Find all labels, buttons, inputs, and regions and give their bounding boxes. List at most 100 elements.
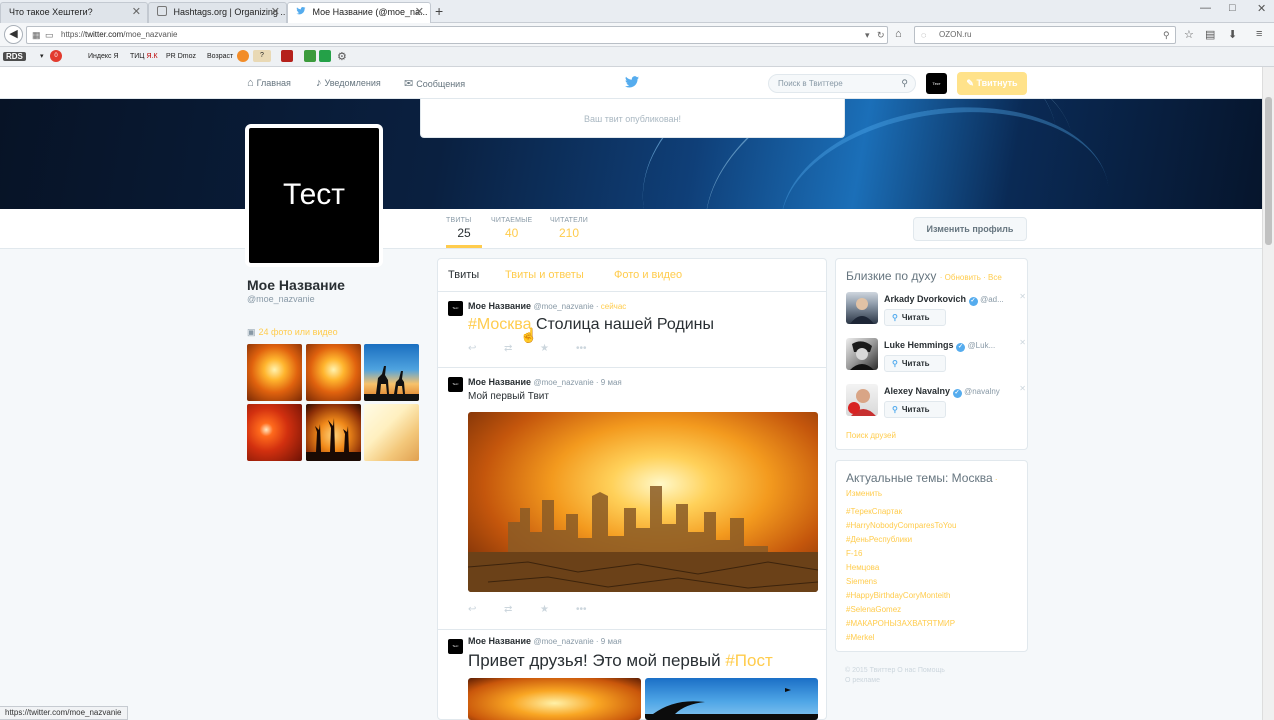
tweet-author[interactable]: Мое Название <box>468 636 531 646</box>
browser-tab-3[interactable]: Мое Название (@moe_na... ✕ <box>287 2 431 23</box>
browser-tab-2[interactable]: Hashtags.org | Organizing ... ✕ <box>148 2 287 23</box>
trend-item[interactable]: #Merkel <box>846 633 874 642</box>
photo-thumbnail[interactable] <box>364 404 419 461</box>
tweet-photo[interactable] <box>645 678 818 720</box>
search-icon[interactable]: ⚲ <box>1163 27 1170 43</box>
photo-thumbnail[interactable] <box>247 344 302 401</box>
trend-item[interactable]: #ТерекСпартак <box>846 507 902 516</box>
avatar[interactable] <box>846 338 878 370</box>
reply-icon[interactable]: ↩ <box>468 604 504 615</box>
tweet-author[interactable]: Мое Название <box>468 301 531 311</box>
account-name[interactable]: Alexey Navalny ✓ @navalny <box>884 386 1000 398</box>
favorite-star-icon[interactable]: ★ <box>540 604 576 615</box>
search-icon[interactable]: ⚲ <box>901 75 908 92</box>
reply-icon[interactable]: ↩ <box>468 343 504 354</box>
tweet[interactable]: Тест Мое Название @moe_nazvanie · 9 мая … <box>438 629 826 720</box>
photo-thumbnail[interactable] <box>364 344 419 401</box>
question-icon[interactable]: ? <box>253 50 271 64</box>
tweet-compose-button[interactable]: ✎ Твитнуть <box>957 72 1027 95</box>
follow-button[interactable]: ⚲ Читать <box>884 309 946 326</box>
settings-gear-icon[interactable]: ⚙ <box>337 50 347 64</box>
pr-dmoz-label[interactable]: PR Dmoz <box>166 50 196 64</box>
address-bar[interactable]: ▦ ▭ https://twitter.com/moe_nazvanie ▾ ↻ <box>26 26 888 44</box>
nav-notifications[interactable]: ♪ Уведомления <box>316 77 381 89</box>
tab-tweets[interactable]: Твиты <box>448 269 479 281</box>
browser-search-box[interactable]: ◌ OZON.ru ⚲ <box>914 26 1176 44</box>
trend-item[interactable]: #МАКАРОНЫЗАХВАТЯТМИР <box>846 619 955 628</box>
browser-tab-1[interactable]: Что такое Хештеги? ✕ <box>0 2 148 23</box>
hashtag-link[interactable]: #Пост <box>725 651 772 670</box>
trend-item[interactable]: #HarryNobodyComparesToYou <box>846 521 956 530</box>
account-avatar[interactable]: Тест <box>926 73 947 94</box>
trend-item[interactable]: Немцова <box>846 563 879 572</box>
nav-messages[interactable]: ✉ Сообщения <box>404 77 465 90</box>
trend-item[interactable]: #ДеньРеспублики <box>846 535 912 544</box>
profile-avatar[interactable]: Тест <box>245 124 383 267</box>
avatar[interactable] <box>846 384 878 416</box>
tab-tweets-replies[interactable]: Твиты и ответы <box>505 269 584 281</box>
dismiss-icon[interactable]: ✕ <box>1019 384 1026 393</box>
star-bookmark-icon[interactable]: ☆ <box>1184 28 1194 41</box>
more-icon[interactable]: ••• <box>576 343 612 354</box>
tweet-time[interactable]: 9 мая <box>601 637 622 646</box>
orange-circle-icon[interactable] <box>237 50 249 64</box>
download-icon[interactable]: ⬇ <box>1228 28 1237 41</box>
avatar[interactable] <box>846 292 878 324</box>
photo-thumbnail[interactable] <box>306 404 361 461</box>
dismiss-icon[interactable]: ✕ <box>1019 292 1026 301</box>
tweet-avatar[interactable]: Тест <box>448 639 463 654</box>
profile-name[interactable]: Мое Название <box>247 277 345 293</box>
home-icon[interactable]: ⌂ <box>895 28 902 40</box>
twitter-bird-icon[interactable] <box>625 76 639 91</box>
footer-ads-link[interactable]: О рекламе <box>845 676 985 686</box>
tweet-time[interactable]: 9 мая <box>601 378 622 387</box>
follow-button[interactable]: ⚲ Читать <box>884 401 946 418</box>
photos-link[interactable]: ▣ 24 фото или видео <box>247 327 338 338</box>
trend-item[interactable]: F-16 <box>846 549 862 558</box>
tweet-avatar[interactable]: Тест <box>448 301 463 316</box>
footer-links[interactable]: © 2015 Твиттер О нас Помощь <box>845 666 985 676</box>
view-all-link[interactable]: Все <box>988 273 1002 282</box>
tweet-photo[interactable] <box>468 678 641 720</box>
dropdown-icon[interactable]: ▾ <box>865 27 870 43</box>
stat-tweets[interactable]: ТВИТЫ 25 <box>446 217 482 248</box>
rds-button[interactable]: RDS <box>3 50 26 64</box>
clipboard-icon[interactable]: ▤ <box>1205 28 1215 41</box>
tab-media[interactable]: Фото и видео <box>614 269 682 281</box>
trend-item[interactable]: #SelenaGomez <box>846 605 901 614</box>
tweet-avatar[interactable]: Тест <box>448 377 463 392</box>
red-square-icon[interactable] <box>281 50 293 64</box>
tweet-author[interactable]: Мое Название <box>468 377 531 387</box>
stat-followers[interactable]: ЧИТАТЕЛИ 210 <box>550 217 588 240</box>
counter-badge[interactable]: 0 <box>50 50 62 64</box>
yandex-index-label[interactable]: Индекс Я <box>88 50 119 64</box>
photo-thumbnail[interactable] <box>306 344 361 401</box>
stat-following[interactable]: ЧИТАЕМЫЕ 40 <box>491 217 532 240</box>
tweet-photo[interactable] <box>468 412 818 592</box>
green-check-icon[interactable] <box>319 50 331 64</box>
age-label[interactable]: Возраст <box>207 50 233 64</box>
dismiss-icon[interactable]: ✕ <box>1019 338 1026 347</box>
more-icon[interactable]: ••• <box>576 604 612 615</box>
account-name[interactable]: Arkady Dvorkovich ✓ @ad... <box>884 294 1004 306</box>
close-window-icon[interactable]: ✕ <box>1257 2 1266 15</box>
green-square-icon[interactable] <box>304 50 316 64</box>
twitter-search-input[interactable]: Поиск в Твиттере ⚲ <box>768 74 916 93</box>
reload-icon[interactable]: ↻ <box>877 27 885 43</box>
tweet[interactable]: Тест Мое Название @moe_nazvanie · сейчас… <box>438 291 826 367</box>
trend-item[interactable]: Siemens <box>846 577 877 586</box>
page-scrollbar[interactable] <box>1262 67 1274 720</box>
find-friends-link[interactable]: Поиск друзей <box>846 431 896 440</box>
tweet-time[interactable]: сейчас <box>601 302 627 311</box>
tab-close-icon[interactable]: ✕ <box>415 3 424 22</box>
rds-dropdown-icon[interactable]: ▾ <box>40 50 44 64</box>
photo-thumbnail[interactable] <box>247 404 302 461</box>
minimize-icon[interactable]: — <box>1200 2 1211 14</box>
tweet[interactable]: Тест Мое Название @moe_nazvanie · 9 мая … <box>438 367 826 629</box>
retweet-icon[interactable]: ⇄ <box>504 343 540 354</box>
tab-close-icon[interactable]: ✕ <box>132 3 141 22</box>
account-name[interactable]: Luke Hemmings ✓ @Luk... <box>884 340 995 352</box>
menu-icon[interactable]: ≡ <box>1256 28 1262 40</box>
follow-button[interactable]: ⚲ Читать <box>884 355 946 372</box>
retweet-icon[interactable]: ⇄ <box>504 604 540 615</box>
